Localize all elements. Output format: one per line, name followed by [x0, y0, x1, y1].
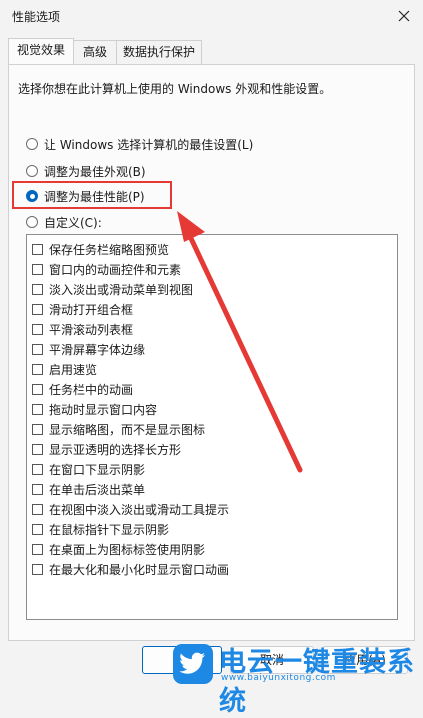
bird-icon [179, 652, 205, 674]
tab-visual-effects[interactable]: 视觉效果 [8, 38, 74, 64]
bird-logo-icon [173, 644, 213, 684]
watermark: 电云一键重装系统 www.baiyunxitong.com [165, 638, 423, 717]
red-arrow-annotation [177, 211, 303, 473]
arrow-shaft [185, 229, 303, 473]
arrow-head [177, 211, 205, 242]
watermark-url: www.baiyunxitong.com [221, 673, 336, 683]
